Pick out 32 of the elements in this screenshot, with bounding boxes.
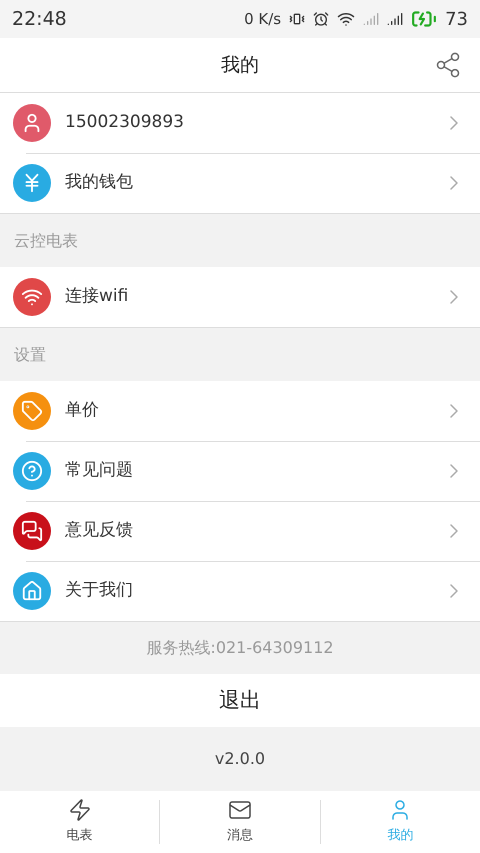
- lightning-icon: [68, 798, 92, 822]
- item-label: 单价: [65, 399, 100, 422]
- item-label: 我的钱包: [65, 171, 134, 194]
- signal-icon: [363, 11, 380, 27]
- page-title: 我的: [221, 52, 259, 78]
- vibrate-icon: [289, 11, 306, 27]
- hotline-text: 服务热线:021-64309112: [146, 637, 334, 659]
- menu-item[interactable]: 关于我们: [0, 561, 480, 621]
- item-label: 连接wifi: [65, 285, 130, 308]
- menu-item[interactable]: 15002309893: [0, 93, 480, 153]
- battery-text: 73: [445, 8, 468, 32]
- item-label: 意见反馈: [65, 519, 134, 542]
- menu-item[interactable]: 我的钱包: [0, 153, 480, 213]
- tab[interactable]: 消息: [160, 798, 320, 846]
- speed-text: 0 K/s: [244, 8, 282, 30]
- logout-button[interactable]: 退出: [0, 674, 480, 727]
- tab[interactable]: 电表: [0, 798, 160, 846]
- menu-item[interactable]: 单价: [0, 381, 480, 441]
- section-title: 设置: [14, 344, 46, 366]
- item-label: 15002309893: [65, 111, 185, 134]
- menu-item[interactable]: 连接wifi: [0, 267, 480, 327]
- alarm-icon: [313, 11, 330, 27]
- menu-item[interactable]: 意见反馈: [0, 501, 480, 561]
- share-button[interactable]: [434, 51, 462, 79]
- item-label: 常见问题: [65, 459, 134, 482]
- time-text: 22:48: [12, 6, 67, 32]
- section-title: 云控电表: [14, 230, 78, 252]
- signal-icon: [387, 11, 404, 27]
- wifi-icon: [337, 10, 356, 28]
- version-text: v2.0.0: [214, 748, 266, 770]
- item-label: 关于我们: [65, 579, 134, 602]
- menu-item[interactable]: 常见问题: [0, 441, 480, 501]
